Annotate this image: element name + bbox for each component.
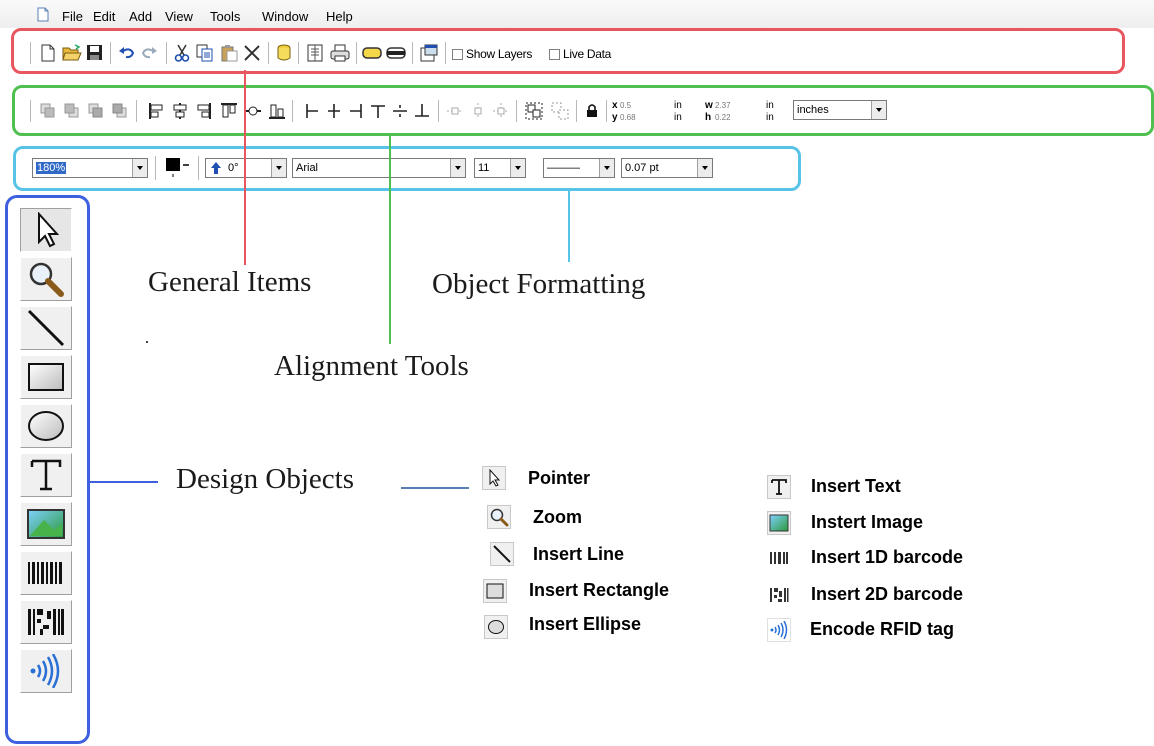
legend-text-label: Insert Text bbox=[811, 476, 901, 496]
pointer-icon bbox=[38, 212, 59, 248]
rectangle-icon bbox=[28, 363, 64, 391]
barcode-2d-tool-button[interactable] bbox=[20, 600, 72, 644]
barcode-1d-tool-button[interactable] bbox=[20, 551, 72, 595]
zoom-tool-button[interactable] bbox=[20, 257, 72, 301]
general-items-highlight bbox=[11, 28, 1125, 74]
object-formatting-connector bbox=[568, 190, 570, 262]
document-icon bbox=[37, 7, 49, 22]
rfid-icon bbox=[30, 654, 60, 688]
legend-image-icon bbox=[767, 511, 791, 535]
legend-barcode-2d-icon bbox=[767, 583, 791, 607]
legend-image-label: Instert Image bbox=[811, 512, 924, 532]
text-icon bbox=[30, 459, 62, 491]
menu-file[interactable]: File bbox=[62, 9, 83, 24]
legend-ellipse-label: Insert Ellipse bbox=[529, 614, 642, 634]
line-tool-button[interactable] bbox=[20, 306, 72, 350]
legend-pointer-label: Pointer bbox=[528, 468, 591, 488]
legend-text-icon bbox=[767, 475, 791, 499]
barcode-2d-icon bbox=[28, 609, 64, 635]
legend-rectangle-icon bbox=[483, 579, 507, 603]
menu-tools[interactable]: Tools bbox=[210, 9, 240, 24]
rectangle-tool-button[interactable] bbox=[20, 355, 72, 399]
menubar: File Edit Add View Tools Window Help bbox=[0, 0, 1154, 28]
design-objects-callout: Design Objects bbox=[176, 463, 354, 495]
alignment-tools-highlight bbox=[12, 85, 1154, 136]
legend-pointer-icon bbox=[482, 466, 506, 490]
menu-help[interactable]: Help bbox=[326, 9, 353, 24]
alignment-tools-connector bbox=[389, 134, 391, 344]
pointer-tool-button[interactable] bbox=[20, 208, 72, 252]
legend-line-icon bbox=[490, 542, 514, 566]
menu-view[interactable]: View bbox=[165, 9, 193, 24]
legend-rectangle-label: Insert Rectangle bbox=[529, 580, 670, 600]
menu-edit[interactable]: Edit bbox=[93, 9, 115, 24]
zoom-icon bbox=[29, 262, 64, 297]
legend-barcode-2d-label: Insert 2D barcode bbox=[811, 584, 964, 604]
general-items-connector bbox=[244, 70, 246, 265]
legend-barcode-1d-icon bbox=[767, 546, 791, 570]
object-formatting-highlight bbox=[13, 146, 801, 191]
text-tool-button[interactable] bbox=[20, 453, 72, 497]
ellipse-icon bbox=[28, 411, 64, 441]
legend-ellipse-icon bbox=[484, 615, 508, 639]
image-tool-button[interactable] bbox=[20, 502, 72, 546]
general-items-callout: General Items bbox=[148, 266, 312, 298]
alignment-tools-callout: Alignment Tools bbox=[274, 350, 469, 382]
menu-window[interactable]: Window bbox=[262, 9, 308, 24]
dot bbox=[146, 341, 148, 343]
menu-add[interactable]: Add bbox=[129, 9, 152, 24]
legend-rfid-icon bbox=[767, 618, 791, 642]
legend-zoom-label: Zoom bbox=[533, 507, 582, 527]
legend-rfid-label: Encode RFID tag bbox=[810, 619, 955, 639]
line-icon bbox=[27, 309, 65, 347]
image-icon bbox=[27, 509, 65, 539]
barcode-1d-icon bbox=[28, 562, 62, 584]
ellipse-tool-button[interactable] bbox=[20, 404, 72, 448]
rfid-tool-button[interactable] bbox=[20, 649, 72, 693]
legend-connector bbox=[401, 487, 469, 489]
legend-barcode-1d-label: Insert 1D barcode bbox=[811, 547, 964, 567]
legend-line-label: Insert Line bbox=[533, 544, 625, 564]
design-objects-connector bbox=[90, 481, 158, 483]
object-formatting-callout: Object Formatting bbox=[432, 268, 646, 300]
legend-zoom-icon bbox=[487, 505, 511, 529]
